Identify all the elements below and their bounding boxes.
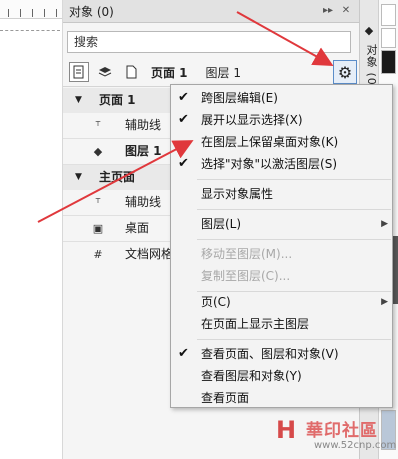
submenu-arrow-icon: ▶	[381, 297, 388, 307]
guideline	[0, 30, 60, 31]
page-view-icon[interactable]	[69, 62, 89, 82]
menu-item-label: 查看页面、图层和对象(V)	[201, 347, 339, 361]
drawing-canvas[interactable]	[0, 0, 63, 459]
tree-label: 辅助线	[125, 118, 162, 132]
menu-item-label: 跨图层编辑(E)	[201, 91, 278, 105]
menu-separator	[197, 179, 391, 180]
tree-label: 图层 1	[125, 144, 162, 158]
menu-item-move-to-layer: 移动至图层(M)...	[171, 243, 392, 265]
watermark-logo-icon: H	[275, 416, 297, 444]
tree-label: 辅助线	[125, 195, 162, 209]
menu-item-label: 选择"对象"以激活图层(S)	[201, 157, 338, 171]
menu-item-label: 图层(L)	[201, 217, 242, 231]
submenu-arrow-icon: ▶	[381, 219, 388, 229]
menu-item-label: 查看图层和对象(Y)	[201, 369, 302, 383]
tree-label: 桌面	[125, 221, 150, 235]
menu-item-view-pages-layers-objects[interactable]: ✔ 查看页面、图层和对象(V)	[171, 343, 392, 365]
menu-item-label: 查看页面	[201, 391, 250, 405]
menu-item-label: 显示对象属性	[201, 187, 274, 201]
current-page-label: 页面 1	[151, 65, 188, 80]
layers-tab-icon[interactable]: ◆	[361, 24, 377, 40]
menu-item-label: 在页面上显示主图层	[201, 317, 310, 331]
tree-label: 文档网格	[125, 247, 174, 261]
current-layer-label: 图层 1	[205, 65, 241, 80]
guides-icon: ⸆	[95, 196, 101, 209]
expand-arrow-icon[interactable]: ▼	[75, 88, 82, 113]
guides-icon: ⸆	[95, 119, 101, 132]
collapse-docker-icon[interactable]: ▸▸	[321, 4, 335, 18]
menu-item-show-object-properties[interactable]: 显示对象属性	[171, 183, 392, 205]
menu-item-label: 移动至图层(M)...	[201, 247, 293, 261]
menu-item-layer[interactable]: 图层(L) ▶	[171, 213, 392, 235]
expand-arrow-icon[interactable]: ▼	[75, 165, 82, 190]
tree-label: 页面 1	[99, 93, 136, 107]
grid-icon: #	[93, 248, 103, 261]
menu-separator	[197, 209, 391, 210]
checkmark-icon: ✔	[178, 112, 189, 127]
desktop-icon: ▣	[92, 222, 104, 235]
menu-item-show-master-layers[interactable]: 在页面上显示主图层	[171, 313, 392, 335]
menu-item-label: 展开以显示选择(X)	[201, 113, 303, 127]
palette-swatch[interactable]	[381, 50, 396, 74]
menu-item-expand-to-show-selection[interactable]: ✔ 展开以显示选择(X)	[171, 109, 392, 131]
watermark-brand: 華印社區	[306, 421, 378, 441]
checkmark-icon: ✔	[178, 156, 189, 171]
menu-item-copy-to-layer: 复制至图层(C)...	[171, 265, 392, 287]
docker-options-menu: ✔ 跨图层编辑(E) ✔ 展开以显示选择(X) 在图层上保留桌面对象(K) ✔ …	[170, 84, 393, 408]
tree-label: 主页面	[99, 170, 136, 184]
search-input[interactable]: 搜索	[67, 31, 351, 53]
layers-icon: ◆	[93, 145, 103, 158]
menu-separator	[197, 339, 391, 340]
horizontal-ruler	[0, 0, 62, 19]
watermark-url: www.52cnp.com	[314, 440, 397, 451]
menu-item-view-layers-objects[interactable]: 查看图层和对象(Y)	[171, 365, 392, 387]
menu-item-label: 复制至图层(C)...	[201, 269, 291, 283]
palette-swatch[interactable]	[381, 28, 396, 48]
palette-swatch[interactable]	[381, 4, 396, 26]
docker-titlebar: 对象 (0) ▸▸ ✕	[63, 0, 359, 23]
menu-item-page[interactable]: 页(C) ▶	[171, 291, 392, 313]
menu-item-edit-across-layers[interactable]: ✔ 跨图层编辑(E)	[171, 87, 392, 109]
docker-options-gear-icon[interactable]: ⚙	[333, 60, 357, 84]
menu-item-keep-desktop-objects[interactable]: 在图层上保留桌面对象(K)	[171, 131, 392, 153]
menu-item-view-pages[interactable]: 查看页面	[171, 387, 392, 409]
menu-item-label: 在图层上保留桌面对象(K)	[201, 135, 339, 149]
page-icon[interactable]	[121, 62, 141, 82]
docker-title: 对象 (0)	[69, 4, 114, 19]
layers-icon[interactable]	[95, 62, 115, 82]
docker-toolbar: 页面 1 图层 1 ⚙	[63, 58, 359, 87]
close-docker-icon[interactable]: ✕	[339, 4, 353, 18]
menu-item-label: 页(C)	[201, 295, 231, 309]
checkmark-icon: ✔	[178, 90, 189, 105]
checkmark-icon: ✔	[178, 346, 189, 361]
menu-item-select-object-activates-layer[interactable]: ✔ 选择"对象"以激活图层(S)	[171, 153, 392, 175]
site-watermark: H 華印社區 www.52cnp.com	[270, 410, 396, 456]
menu-separator	[197, 239, 391, 240]
